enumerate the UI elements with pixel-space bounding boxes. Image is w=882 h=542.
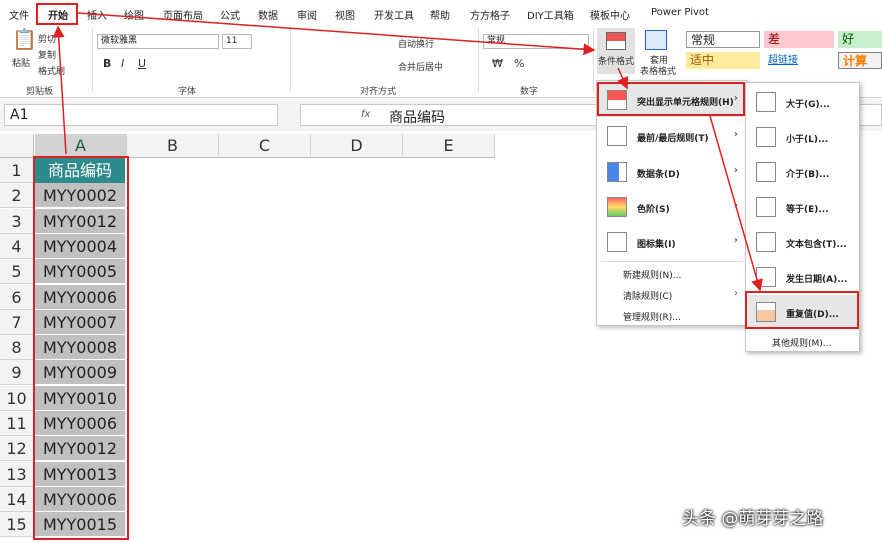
annotation-arrows [52,12,763,292]
watermark: 头条 @萌芽芽之路 [682,509,824,529]
